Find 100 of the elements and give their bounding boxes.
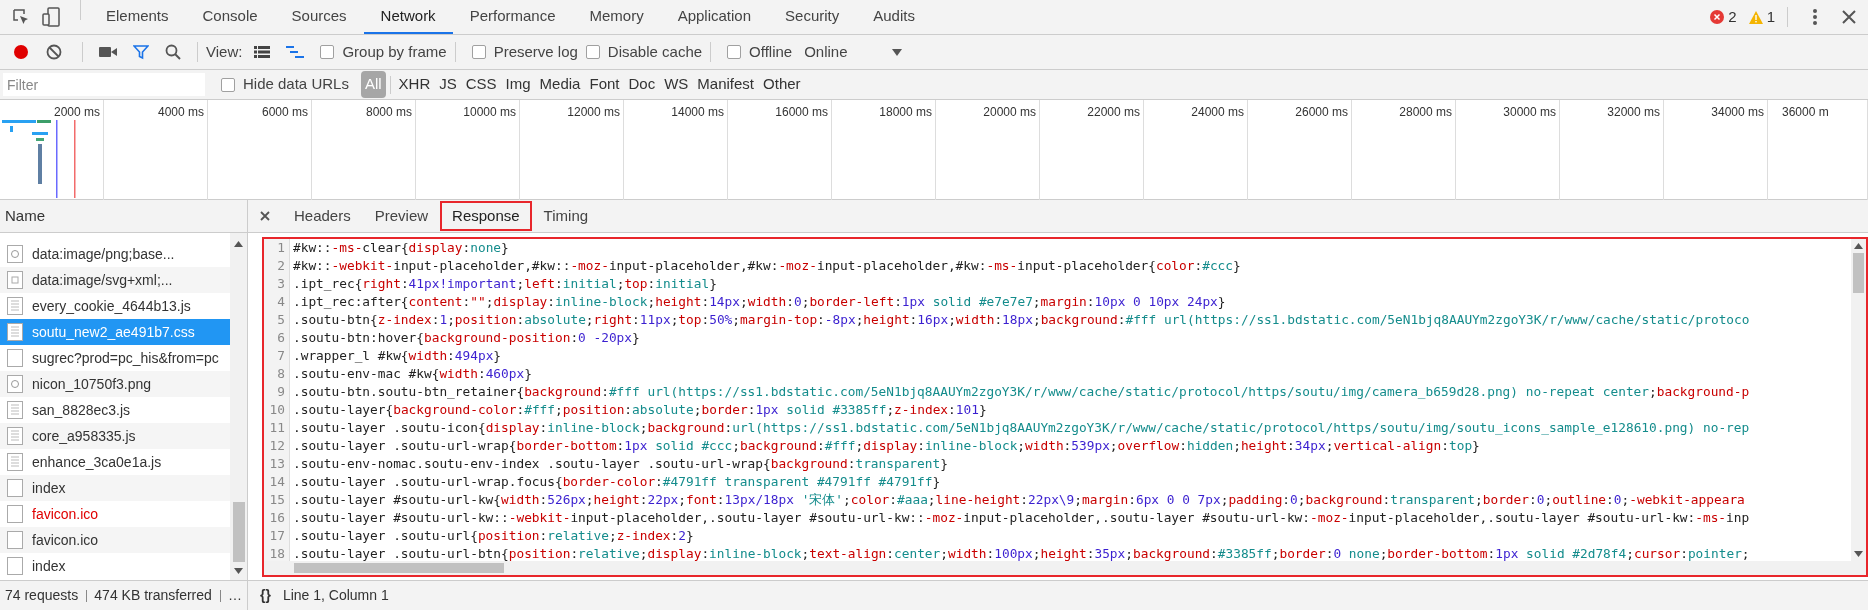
detail-tab[interactable]: Response bbox=[440, 201, 532, 231]
type-filter[interactable]: Font bbox=[585, 71, 624, 98]
code-line: #kw::-ms-clear{display:none} bbox=[292, 239, 509, 257]
detail-tab[interactable]: Timing bbox=[531, 201, 601, 231]
panel-tab[interactable]: Sources bbox=[274, 0, 364, 34]
column-header: Name bbox=[5, 205, 45, 226]
error-count: 2 bbox=[1728, 6, 1737, 27]
status-text: 74 requests bbox=[5, 586, 79, 605]
search-icon[interactable] bbox=[165, 44, 181, 60]
file-icon bbox=[6, 504, 24, 524]
file-icon bbox=[6, 530, 24, 550]
close-icon[interactable] bbox=[1842, 10, 1856, 24]
type-filter[interactable]: Other bbox=[759, 71, 805, 98]
time-tick-label: 10000 ms bbox=[463, 104, 516, 121]
line-number: 18 bbox=[264, 545, 290, 561]
line-number: 9 bbox=[264, 383, 290, 401]
checkbox[interactable] bbox=[221, 77, 235, 92]
type-filter[interactable]: Manifest bbox=[693, 71, 759, 98]
request-row[interactable]: favicon.ico bbox=[0, 527, 230, 553]
scroll-up-icon[interactable] bbox=[234, 241, 243, 247]
request-row[interactable]: data:image/svg+xml;... bbox=[0, 267, 230, 293]
file-icon bbox=[6, 270, 24, 290]
panel-tab[interactable]: Elements bbox=[89, 0, 186, 34]
status-text: 474 KB transferred bbox=[94, 586, 212, 605]
scroll-thumb[interactable] bbox=[232, 502, 245, 562]
line-number: 13 bbox=[264, 455, 290, 473]
scrollbar[interactable] bbox=[1851, 239, 1866, 561]
scroll-thumb[interactable] bbox=[1853, 253, 1864, 293]
waterfall-view-icon[interactable] bbox=[286, 46, 305, 58]
video-camera-icon[interactable] bbox=[99, 46, 117, 58]
time-tick-label: 14000 ms bbox=[671, 104, 724, 121]
type-filter[interactable]: XHR bbox=[394, 71, 435, 98]
line-number: 2 bbox=[264, 257, 290, 275]
type-filter[interactable]: Media bbox=[535, 71, 585, 98]
type-filter[interactable]: JS bbox=[435, 71, 461, 98]
line-number: 4 bbox=[264, 293, 290, 311]
checkbox[interactable] bbox=[727, 45, 742, 59]
panel-tab[interactable]: Performance bbox=[452, 0, 573, 34]
scroll-thumb[interactable] bbox=[294, 563, 504, 573]
time-tick-label: 18000 ms bbox=[879, 104, 932, 121]
request-name: index bbox=[32, 478, 66, 498]
code-line: .soutu-layer{background-color:#fff;position:absolute;border:1px solid #3385ff;z-index:101} bbox=[292, 401, 987, 419]
request-name: soutu_new2_ae491b7.css bbox=[32, 322, 195, 342]
record-icon[interactable] bbox=[12, 43, 30, 61]
request-row[interactable]: core_a958335.js bbox=[0, 423, 230, 449]
scrollbar[interactable] bbox=[230, 233, 247, 580]
request-row[interactable]: nicon_10750f3.png bbox=[0, 371, 230, 397]
time-tick-label: 36000 m bbox=[1782, 104, 1829, 121]
line-number: 7 bbox=[264, 347, 290, 365]
pretty-print-icon[interactable]: {} bbox=[260, 585, 271, 606]
panel-tab[interactable]: Console bbox=[185, 0, 275, 34]
more-menu-icon[interactable] bbox=[1812, 8, 1818, 26]
type-filter[interactable]: CSS bbox=[461, 71, 501, 98]
inspect-icon[interactable] bbox=[12, 8, 30, 26]
panel-tab[interactable]: Security bbox=[768, 0, 857, 34]
type-filter[interactable]: WS bbox=[660, 71, 693, 98]
time-tick-label: 28000 ms bbox=[1399, 104, 1452, 121]
request-name: enhance_3ca0e1a.js bbox=[32, 452, 162, 472]
line-number: 11 bbox=[264, 419, 290, 437]
panel-tab[interactable]: Audits bbox=[856, 0, 932, 34]
caret-icon bbox=[891, 48, 902, 56]
time-tick-label: 16000 ms bbox=[775, 104, 828, 121]
checkbox-label: Offline bbox=[749, 41, 793, 62]
panel-tab[interactable]: Memory bbox=[572, 0, 661, 34]
line-number: 10 bbox=[264, 401, 290, 419]
filter-input[interactable]: Filter bbox=[3, 73, 205, 96]
clear-icon[interactable] bbox=[46, 44, 62, 60]
scroll-down-icon[interactable] bbox=[1854, 551, 1863, 557]
time-tick-label: 32000 ms bbox=[1607, 104, 1660, 121]
request-name: core_a958335.js bbox=[32, 426, 136, 446]
code-line: .soutu-layer #soutu-url-kw{width:526px;height:22px;font:13px/18px '宋体';color:#aaa;line-height:22px\9;margin:6px 0 0 7px;padding:0;background:transparent;border:0;outline:0;-webkit-appeara bbox=[292, 491, 1745, 509]
line-number: 12 bbox=[264, 437, 290, 455]
request-name: nicon_10750f3.png bbox=[32, 374, 152, 394]
file-icon bbox=[6, 322, 24, 342]
code-line: .soutu-env-nomac.soutu-env-index .soutu-layer .soutu-url-wrap{background:transparent} bbox=[292, 455, 948, 473]
line-number: 1 bbox=[264, 239, 290, 257]
checkbox-label: Preserve log bbox=[493, 41, 578, 62]
scroll-up-icon[interactable] bbox=[1854, 243, 1863, 249]
detail-tab[interactable]: Preview bbox=[362, 201, 441, 231]
request-name: every_cookie_4644b13.js bbox=[32, 296, 191, 316]
throttling-dropdown[interactable]: Online bbox=[804, 40, 902, 64]
list-view-icon[interactable] bbox=[254, 46, 271, 58]
checkbox[interactable] bbox=[471, 45, 486, 59]
device-icon[interactable] bbox=[42, 7, 60, 27]
type-filter[interactable]: Img bbox=[501, 71, 535, 98]
detail-tab[interactable]: Headers bbox=[282, 201, 363, 231]
close-icon[interactable] bbox=[260, 211, 270, 221]
checkbox[interactable] bbox=[585, 45, 600, 59]
type-filter[interactable]: Doc bbox=[624, 71, 660, 98]
time-tick-label: 4000 ms bbox=[157, 104, 204, 121]
horizontal-scrollbar[interactable] bbox=[264, 561, 1866, 575]
request-name: data:image/svg+xml;... bbox=[32, 270, 173, 290]
scroll-down-icon[interactable] bbox=[234, 568, 243, 574]
line-number: 17 bbox=[264, 527, 290, 545]
panel-tab[interactable]: Application bbox=[660, 0, 769, 34]
checkbox[interactable] bbox=[320, 45, 335, 59]
request-row[interactable]: index bbox=[0, 475, 230, 501]
filter-icon[interactable] bbox=[133, 44, 149, 60]
time-tick-label: 12000 ms bbox=[567, 104, 620, 121]
request-name: data:image/png;base... bbox=[32, 244, 175, 264]
